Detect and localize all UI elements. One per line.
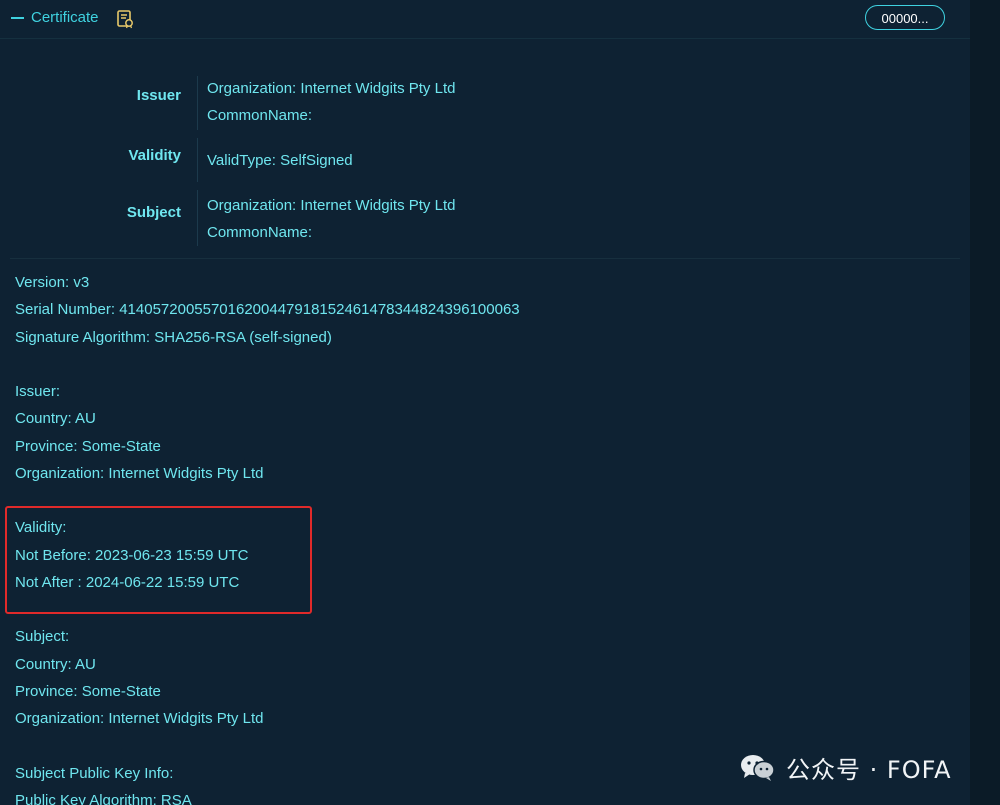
issuer-common-name: CommonName: [207,107,313,124]
summary-validity-label: Validity [128,147,181,164]
detail-line: Version: v3 [15,274,90,291]
summary-validity-values: ValidType: SelfSigned [207,151,353,178]
scrollbar-gutter[interactable] [970,0,1000,805]
certificate-header[interactable]: Certificate 00000... [0,0,970,39]
detail-line: Organization: Internet Widgits Pty Ltd [15,464,264,482]
summary-issuer-label: Issuer [136,87,181,104]
validity-highlight-box [5,506,312,614]
header-title[interactable]: Certificate [31,9,99,26]
detail-line: Country: AU [15,655,96,673]
detail-line: Province: Some-State [15,437,161,455]
certificate-panel: Certificate 00000... Issuer Organization… [0,0,970,805]
validity-valid-type: ValidType: SelfSigned [207,152,353,169]
issuer-organization: Organization: Internet Widgits Pty Ltd [207,80,456,97]
summary-subject: Subject Organization: Internet Widgits P… [0,190,970,246]
certificate-icon[interactable] [115,9,135,29]
detail-line: Subject: [15,628,70,646]
fingerprint-pill-button[interactable]: 00000... [865,5,945,30]
subject-organization: Organization: Internet Widgits Pty Ltd [207,197,456,214]
summary-issuer-values: Organization: Internet Widgits Pty Ltd C… [207,79,455,133]
watermark-text: 公众号 · FOFA [786,756,952,784]
summary-subject-label: Subject [126,204,181,221]
detail-line: Subject Public Key Info: [15,764,174,782]
summary-divider [197,190,198,246]
detail-line: Issuer: [15,383,61,400]
detail-line: Serial Number: 4140572005570162004479181… [15,301,520,319]
summary-divider [197,138,198,182]
detail-line: Organization: Internet Widgits Pty Ltd [15,710,264,727]
wechat-icon [741,755,775,781]
summary-validity: Validity ValidType: SelfSigned [0,138,970,182]
detail-line: Province: Some-State [15,682,161,700]
summary-issuer: Issuer Organization: Internet Widgits Pt… [0,76,970,130]
detail-line [15,735,520,762]
section-divider [10,258,960,259]
collapse-icon[interactable] [11,17,24,19]
detail-line: Signature Algorithm: SHA256-RSA (self-si… [15,328,332,346]
summary-subject-values: Organization: Internet Widgits Pty Ltd C… [207,196,455,250]
detail-line: Public Key Algorithm: RSA [15,791,192,805]
detail-line: Country: AU [15,410,96,428]
summary-divider [197,76,198,130]
detail-line [15,354,520,381]
subject-common-name: CommonName: [207,224,313,241]
